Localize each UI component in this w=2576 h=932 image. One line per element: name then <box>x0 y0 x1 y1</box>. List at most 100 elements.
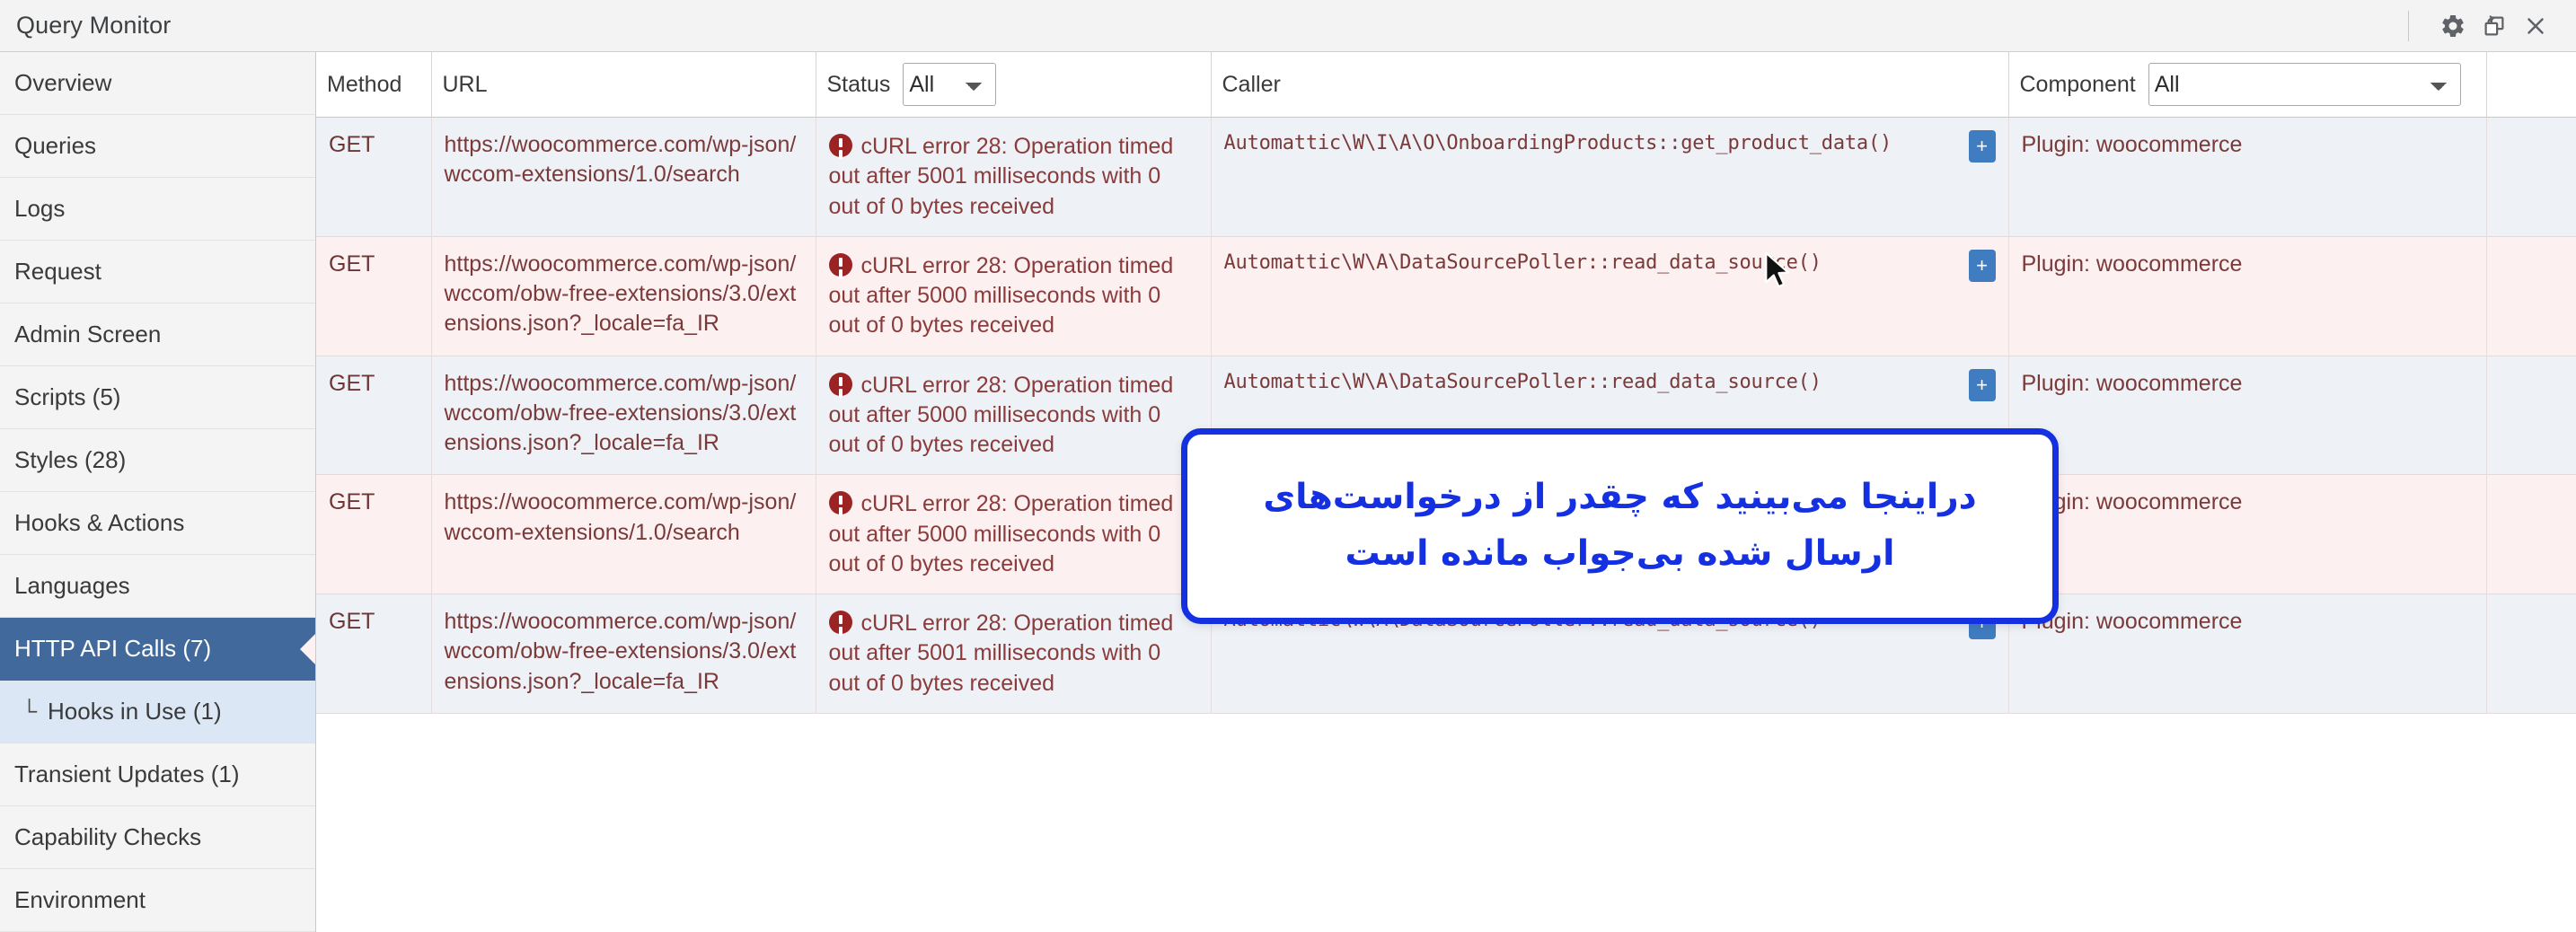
column-header-component: Component All <box>2008 52 2487 118</box>
toolbar-divider <box>2408 10 2409 41</box>
status-value: cURL error 28: Operation timed out after… <box>828 607 1198 699</box>
method-value: GET <box>329 251 375 277</box>
sidebar-item-label: Environment <box>14 886 146 913</box>
component-value: Plugin: woocommerce <box>2021 251 2243 277</box>
column-header-method[interactable]: Method <box>316 52 432 118</box>
table-row: GET https://woocommerce.com/wp-json/wccom… <box>316 236 2576 356</box>
method-value: GET <box>329 132 375 157</box>
settings-icon[interactable] <box>2432 5 2474 47</box>
cell-component: Plugin: woocommerce <box>2008 356 2487 476</box>
tree-branch-icon: └ <box>22 699 38 724</box>
cell-size <box>2486 356 2576 476</box>
cell-component: Plugin: woocommerce <box>2008 117 2487 237</box>
error-icon <box>828 611 852 634</box>
sidebar-item-hooks-actions[interactable]: Hooks & Actions <box>0 492 315 555</box>
caller-value: Automattic\W\A\DataSourcePoller::read_da… <box>1224 368 1996 401</box>
cell-status: cURL error 28: Operation timed out after… <box>816 236 1212 356</box>
url-value[interactable]: https://woocommerce.com/wp-json/wccom-ex… <box>445 489 797 544</box>
url-value[interactable]: https://woocommerce.com/wp-json/wccom/ob… <box>445 609 797 694</box>
error-icon <box>828 134 852 157</box>
cell-size <box>2486 117 2576 237</box>
sidebar-item-capability-checks[interactable]: Capability Checks <box>0 806 315 869</box>
status-title: cURL error 28: <box>860 611 1008 636</box>
sidebar-item-label: Logs <box>14 195 66 222</box>
cell-status: cURL error 28: Operation timed out after… <box>816 474 1212 594</box>
column-header-size[interactable]: Size <box>2486 52 2576 118</box>
cell-method: GET <box>316 117 432 237</box>
cell-url: https://woocommerce.com/wp-json/wccom/ob… <box>431 236 816 356</box>
caller-value: Automattic\W\I\A\O\OnboardingProducts::g… <box>1224 130 1996 163</box>
url-value[interactable]: https://woocommerce.com/wp-json/wccom-ex… <box>445 132 797 187</box>
status-title: cURL error 28: <box>860 134 1008 159</box>
cell-url: https://woocommerce.com/wp-json/wccom/ob… <box>431 593 816 714</box>
caller-value: Automattic\W\A\DataSourcePoller::read_da… <box>1224 249 1996 282</box>
sidebar-item-label: Hooks in Use (1) <box>48 698 222 725</box>
cell-url: https://woocommerce.com/wp-json/wccom-ex… <box>431 117 816 237</box>
annotation-callout: دراینجا می‌بینید که چقدر از درخواست‌های … <box>1181 428 2059 624</box>
status-value: cURL error 28: Operation timed out after… <box>828 250 1198 341</box>
status-title: cURL error 28: <box>860 491 1008 517</box>
cell-size <box>2486 236 2576 356</box>
status-value: cURL error 28: Operation timed out after… <box>828 369 1198 461</box>
sidebar-item-queries[interactable]: Queries <box>0 115 315 178</box>
cell-method: GET <box>316 236 432 356</box>
cell-caller: Automattic\W\A\DataSourcePoller::read_da… <box>1211 236 2009 356</box>
method-value: GET <box>329 489 375 515</box>
url-value[interactable]: https://woocommerce.com/wp-json/wccom/ob… <box>445 251 797 337</box>
cell-component: Plugin: woocommerce <box>2008 474 2487 594</box>
status-filter-select[interactable]: All <box>903 63 997 106</box>
cell-method: GET <box>316 593 432 714</box>
sidebar-item-transient-updates-1[interactable]: Transient Updates (1) <box>0 743 315 806</box>
error-icon <box>828 491 852 515</box>
cell-status: cURL error 28: Operation timed out after… <box>816 356 1212 476</box>
sidebar-item-label: Styles (28) <box>14 446 127 473</box>
sidebar-item-scripts-5[interactable]: Scripts (5) <box>0 366 315 429</box>
close-icon[interactable] <box>2515 5 2556 47</box>
sidebar-item-environment[interactable]: Environment <box>0 869 315 932</box>
sidebar-item-http-api-calls-7[interactable]: HTTP API Calls (7) <box>0 618 315 681</box>
cell-size <box>2486 593 2576 714</box>
panel-body: Overview Queries Logs Request Admin Screen Sc… <box>0 52 2576 932</box>
sidebar-item-label: Request <box>14 258 101 285</box>
cell-url: https://woocommerce.com/wp-json/wccom-ex… <box>431 474 816 594</box>
sidebar-item-admin-screen[interactable]: Admin Screen <box>0 303 315 366</box>
cell-url: https://woocommerce.com/wp-json/wccom/ob… <box>431 356 816 476</box>
sidebar-nav: Overview Queries Logs Request Admin Screen Sc… <box>0 52 316 932</box>
url-value[interactable]: https://woocommerce.com/wp-json/wccom/ob… <box>445 371 797 456</box>
column-header-component-label: Component <box>2019 71 2136 97</box>
sidebar-item-logs[interactable]: Logs <box>0 178 315 241</box>
status-value: cURL error 28: Operation timed out after… <box>828 488 1198 579</box>
column-header-url[interactable]: URL <box>431 52 816 118</box>
expand-caller-button[interactable]: + <box>1968 368 1996 401</box>
expand-caller-button[interactable]: + <box>1968 249 1996 282</box>
sidebar-item-label: Scripts (5) <box>14 383 121 410</box>
column-header-caller[interactable]: Caller <box>1211 52 2009 118</box>
expand-caller-button[interactable]: + <box>1968 130 1996 163</box>
cell-status: cURL error 28: Operation timed out after… <box>816 117 1212 237</box>
status-title: cURL error 28: <box>860 372 1008 398</box>
component-filter-select[interactable]: All <box>2148 63 2461 106</box>
table-header-row: Method URL Status All Caller Component A… <box>316 52 2576 118</box>
annotation-line-2: ارسال شده بی‌جواب مانده است <box>1345 533 1895 574</box>
table-row: GET https://woocommerce.com/wp-json/wccom… <box>316 117 2576 237</box>
sidebar-item-overview[interactable]: Overview <box>0 52 315 115</box>
cell-status: cURL error 28: Operation timed out after… <box>816 593 1212 714</box>
column-header-status-label: Status <box>826 71 891 97</box>
sidebar-item-languages[interactable]: Languages <box>0 555 315 618</box>
sidebar-item-styles-28[interactable]: Styles (28) <box>0 429 315 492</box>
error-icon <box>828 372 852 396</box>
column-header-status: Status All <box>816 52 1212 118</box>
sidebar-item-label: Hooks & Actions <box>14 509 185 536</box>
sidebar-item-label: Queries <box>14 132 97 159</box>
sidebar-item-label: Overview <box>14 69 112 96</box>
component-value: Plugin: woocommerce <box>2021 132 2243 157</box>
caller-text: Automattic\W\I\A\O\OnboardingProducts::g… <box>1223 132 1892 154</box>
sidebar-item-label: Transient Updates (1) <box>14 761 240 787</box>
undock-icon[interactable] <box>2474 5 2515 47</box>
component-value: Plugin: woocommerce <box>2021 370 2243 396</box>
sidebar-item-request[interactable]: Request <box>0 241 315 303</box>
status-title: cURL error 28: <box>860 252 1008 278</box>
cell-method: GET <box>316 474 432 594</box>
sidebar-item-hooks-in-use-1[interactable]: └ Hooks in Use (1) <box>0 681 315 743</box>
window-titlebar: Query Monitor <box>0 0 2576 52</box>
